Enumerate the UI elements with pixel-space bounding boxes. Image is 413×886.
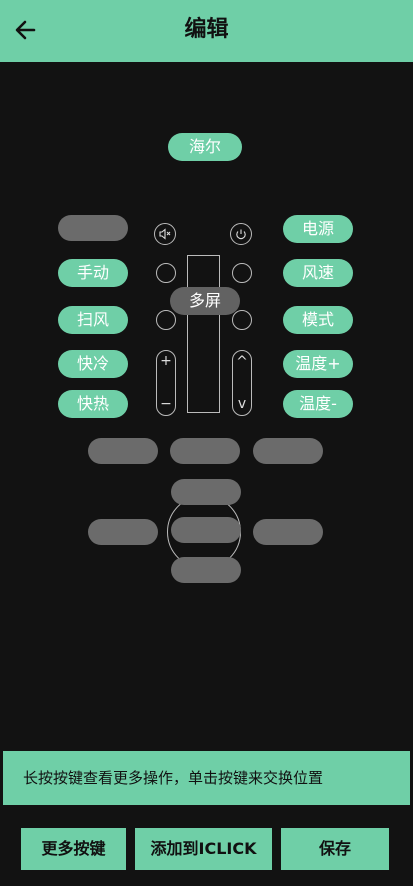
center-slot: [187, 255, 220, 413]
empty-key[interactable]: [253, 438, 323, 464]
mode-key[interactable]: 模式: [283, 306, 353, 334]
small-circle-key[interactable]: [156, 263, 176, 283]
channel-rocker[interactable]: ^ v: [232, 350, 252, 416]
plus-icon: +: [160, 353, 172, 369]
fan-speed-key[interactable]: 风速: [283, 259, 353, 287]
temp-down-key[interactable]: 温度-: [283, 390, 353, 418]
page-title: 编辑: [184, 17, 229, 42]
app-header: 编辑: [0, 0, 413, 62]
sweep-key[interactable]: 扫风: [58, 306, 128, 334]
more-keys-button[interactable]: 更多按键: [21, 828, 126, 870]
mute-icon: [159, 228, 171, 240]
dpad-ok-key[interactable]: [171, 517, 241, 543]
power-icon: [236, 229, 246, 240]
empty-key[interactable]: [170, 438, 240, 464]
empty-key[interactable]: [88, 438, 158, 464]
dpad-up-key[interactable]: [171, 479, 241, 505]
dpad-left-key[interactable]: [88, 519, 158, 545]
dpad-down-key[interactable]: [171, 557, 241, 583]
chevron-up-icon: ^: [236, 354, 248, 370]
brand-label: 海尔: [168, 133, 242, 161]
dpad-right-key[interactable]: [253, 519, 323, 545]
volume-rocker[interactable]: + −: [156, 350, 176, 416]
manual-key[interactable]: 手动: [58, 259, 128, 287]
add-to-iclick-button[interactable]: 添加到ICLICK: [135, 828, 272, 870]
mute-button[interactable]: [154, 223, 176, 245]
small-circle-key[interactable]: [232, 310, 252, 330]
power-key[interactable]: 电源: [283, 215, 353, 243]
small-circle-key[interactable]: [156, 310, 176, 330]
temp-up-key[interactable]: 温度+: [283, 350, 353, 378]
save-button[interactable]: 保存: [281, 828, 389, 870]
empty-key-top-left[interactable]: [58, 215, 128, 241]
multi-screen-key[interactable]: 多屏: [170, 287, 240, 315]
quick-heat-key[interactable]: 快热: [58, 390, 128, 418]
small-circle-key[interactable]: [232, 263, 252, 283]
quick-cool-key[interactable]: 快冷: [58, 350, 128, 378]
chevron-down-icon: v: [237, 396, 247, 412]
minus-icon: −: [160, 396, 172, 412]
tip-banner: 长按按键查看更多操作，单击按键来交换位置: [3, 751, 410, 805]
power-button[interactable]: [230, 223, 252, 245]
